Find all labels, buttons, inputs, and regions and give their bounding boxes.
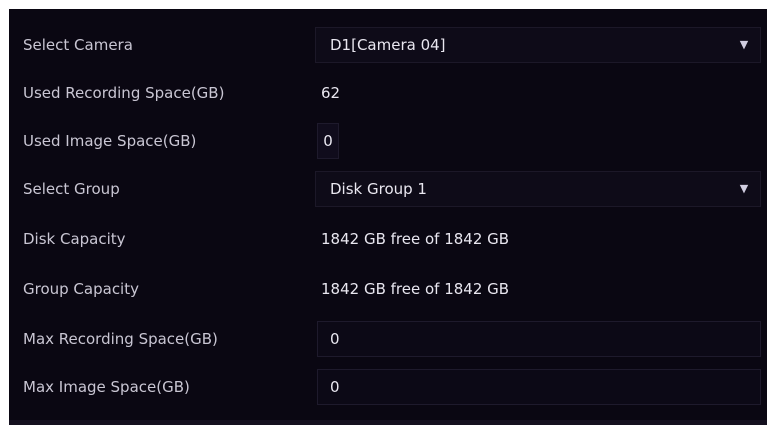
max-recording-space-label: Max Recording Space(GB) bbox=[23, 330, 218, 348]
group-select-value: Disk Group 1 bbox=[330, 180, 427, 198]
max-image-space-input[interactable]: 0 bbox=[317, 369, 761, 405]
max-recording-space-input[interactable]: 0 bbox=[317, 321, 761, 357]
disk-capacity-row: Disk Capacity 1842 GB free of 1842 GB bbox=[9, 215, 767, 263]
used-recording-space-row: Used Recording Space(GB) 62 bbox=[9, 69, 767, 117]
used-image-space-label: Used Image Space(GB) bbox=[23, 132, 197, 150]
used-recording-space-label: Used Recording Space(GB) bbox=[23, 84, 225, 102]
group-select[interactable]: Disk Group 1 ▼ bbox=[315, 171, 761, 207]
max-image-space-row: Max Image Space(GB) 0 bbox=[9, 363, 767, 411]
max-image-space-input-value: 0 bbox=[330, 378, 340, 396]
select-camera-label: Select Camera bbox=[23, 36, 133, 54]
used-image-space-row: Used Image Space(GB) 0 bbox=[9, 117, 767, 165]
used-image-space-value: 0 bbox=[317, 123, 339, 159]
group-capacity-value: 1842 GB free of 1842 GB bbox=[321, 280, 510, 298]
chevron-down-icon[interactable]: ▼ bbox=[736, 28, 752, 62]
max-recording-space-row: Max Recording Space(GB) 0 bbox=[9, 315, 767, 363]
group-capacity-label: Group Capacity bbox=[23, 280, 139, 298]
chevron-down-icon[interactable]: ▼ bbox=[736, 172, 752, 206]
disk-capacity-value: 1842 GB free of 1842 GB bbox=[321, 230, 510, 248]
select-camera-row: Select Camera D1[Camera 04] ▼ bbox=[9, 21, 767, 69]
used-recording-space-value: 62 bbox=[321, 84, 341, 102]
camera-select[interactable]: D1[Camera 04] ▼ bbox=[315, 27, 761, 63]
max-recording-space-input-value: 0 bbox=[330, 330, 340, 348]
disk-capacity-label: Disk Capacity bbox=[23, 230, 126, 248]
select-group-label: Select Group bbox=[23, 180, 120, 198]
select-group-row: Select Group Disk Group 1 ▼ bbox=[9, 165, 767, 213]
bottom-divider bbox=[9, 420, 767, 425]
max-image-space-label: Max Image Space(GB) bbox=[23, 378, 190, 396]
camera-select-value: D1[Camera 04] bbox=[330, 36, 446, 54]
group-capacity-row: Group Capacity 1842 GB free of 1842 GB bbox=[9, 265, 767, 313]
storage-settings-panel: Select Camera D1[Camera 04] ▼ Used Recor… bbox=[9, 9, 767, 425]
